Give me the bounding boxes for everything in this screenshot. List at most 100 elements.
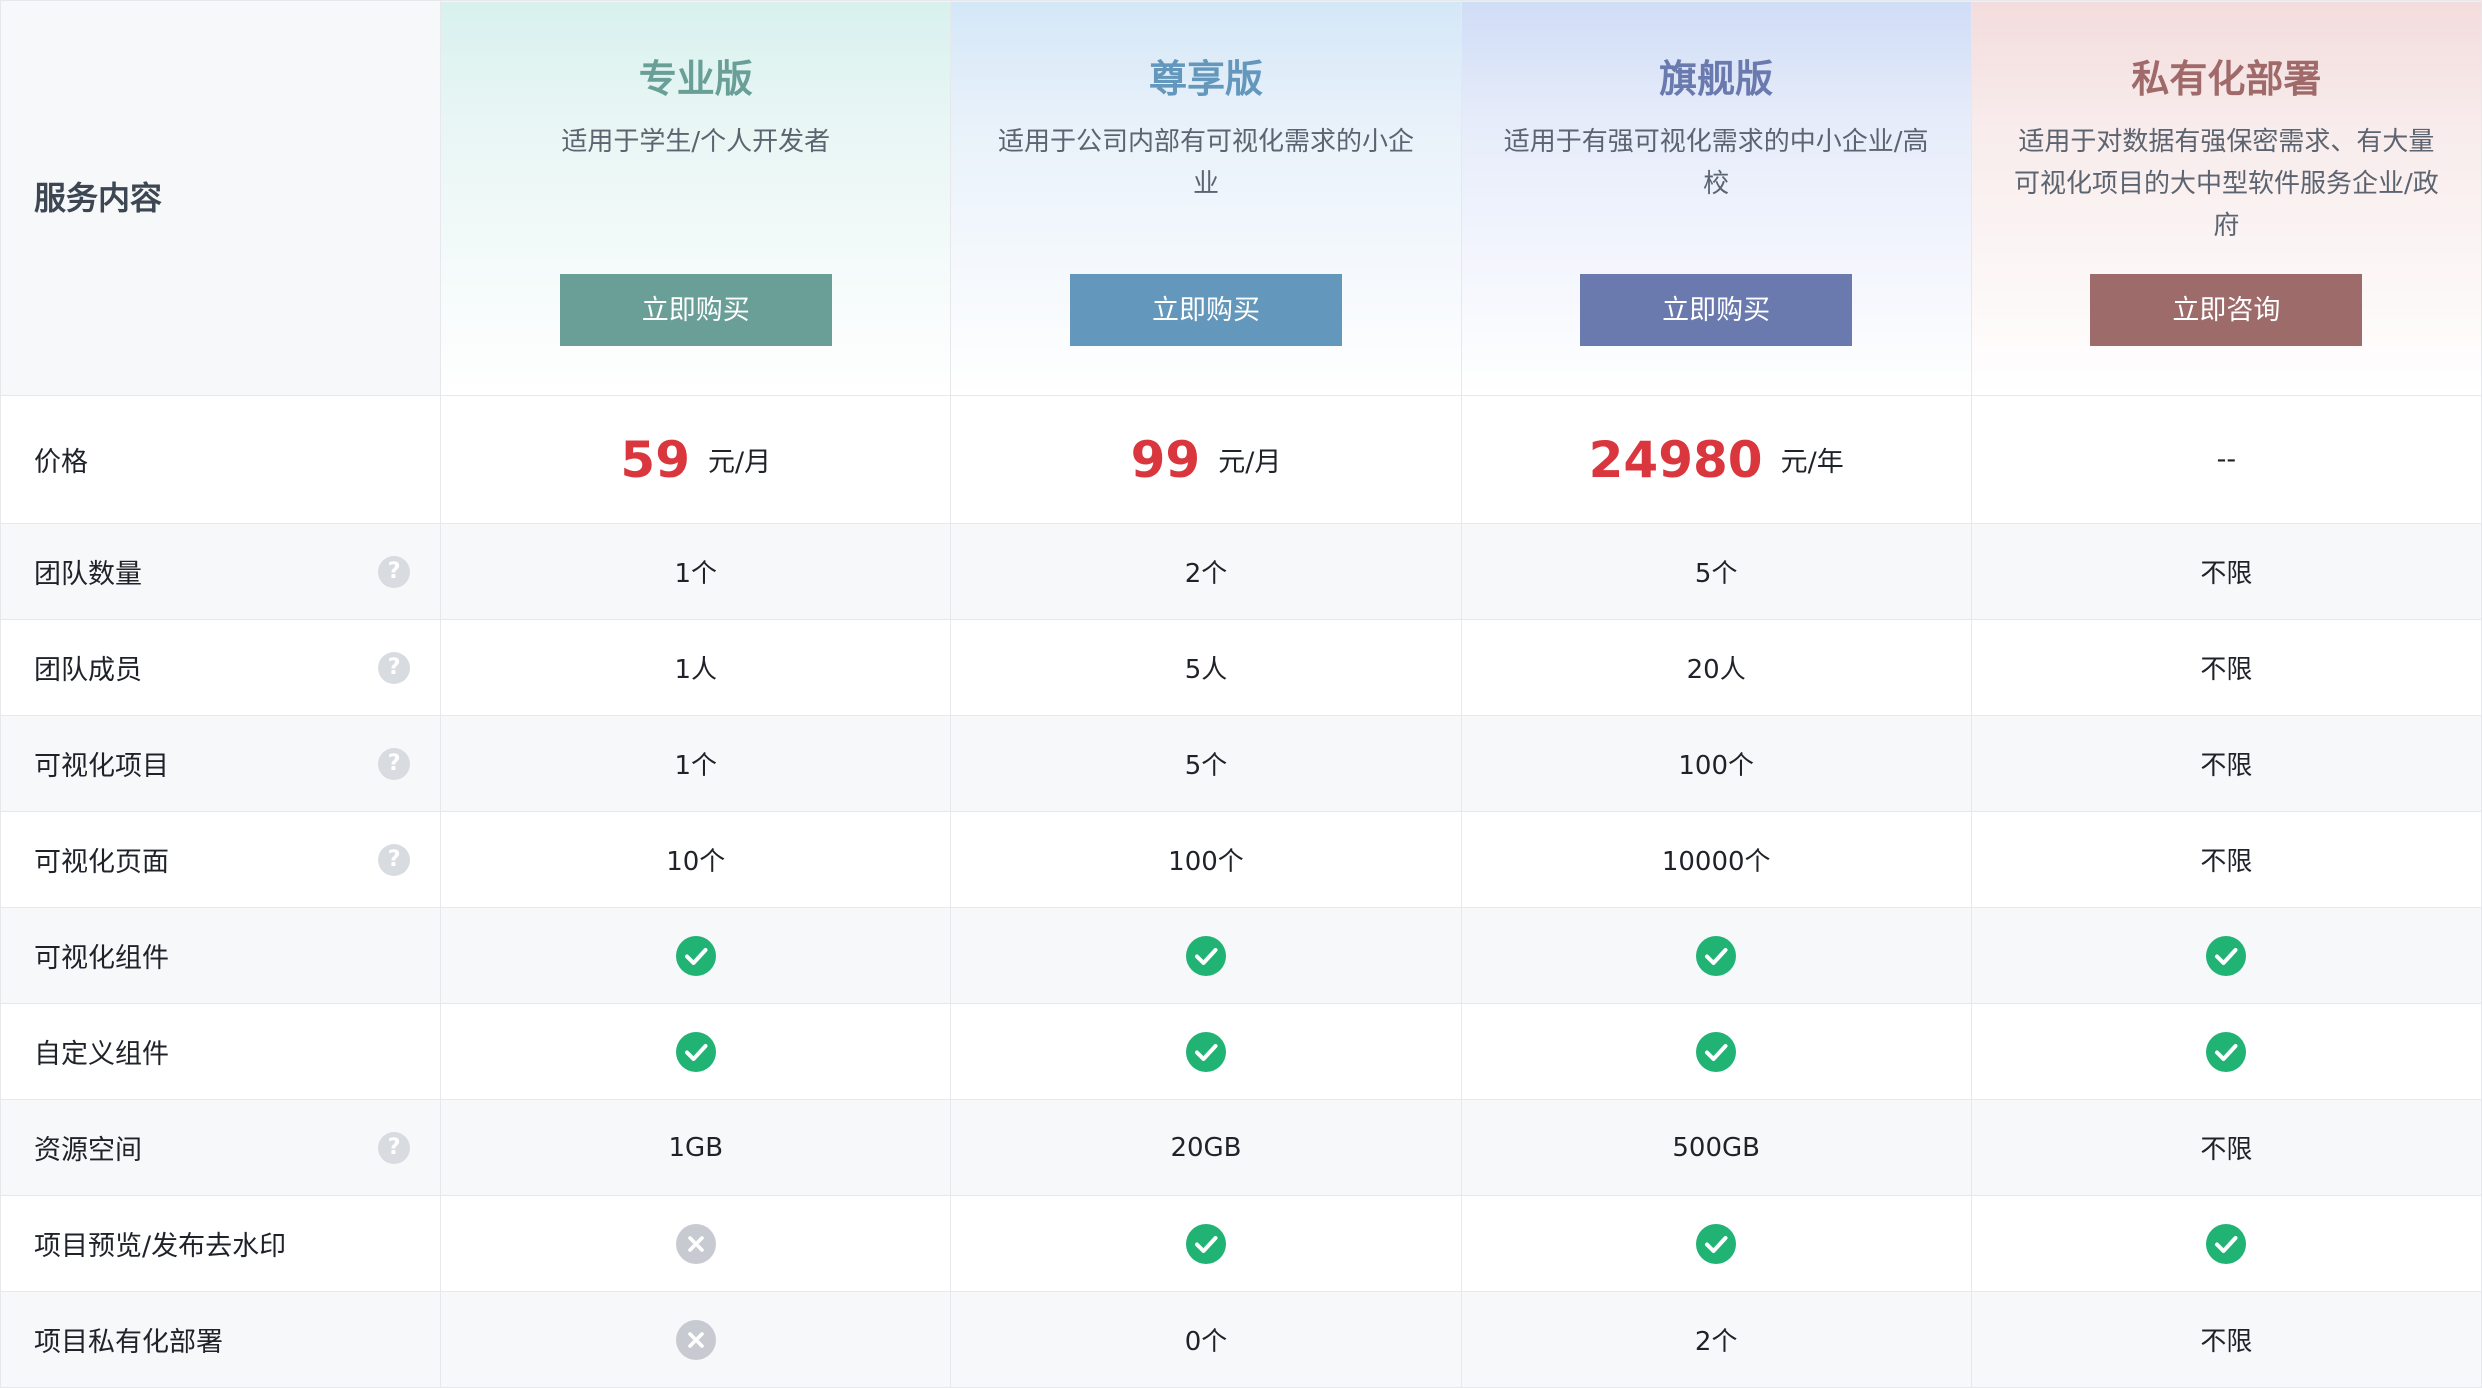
- feature-label-cell: 可视化组件: [0, 907, 442, 1004]
- question-icon[interactable]: ?: [378, 1131, 411, 1164]
- feature-value-cell: 不限: [1970, 811, 2482, 908]
- feature-value-cell: 20GB: [950, 1099, 1462, 1196]
- feature-value: 1个: [674, 559, 718, 589]
- buy-vip-button[interactable]: 立即购买: [1069, 274, 1342, 346]
- feature-row: 项目预览/发布去水印: [0, 1195, 2482, 1292]
- feature-value-cell: 10个: [440, 811, 952, 908]
- consult-private-button[interactable]: 立即咨询: [2090, 274, 2363, 346]
- check-circle-icon: [1696, 1031, 1737, 1072]
- feature-value: 1GB: [668, 1132, 724, 1163]
- feature-label-cell: 可视化页面?: [0, 811, 442, 908]
- plan-name: 专业版: [638, 57, 753, 101]
- feature-row: 可视化项目? 1个 5个 100个 不限: [0, 715, 2482, 812]
- feature-value-cell: 5人: [950, 619, 1462, 716]
- feature-value-cell: 1个: [440, 715, 952, 812]
- question-icon[interactable]: ?: [378, 747, 411, 780]
- feature-label: 可视化项目: [34, 751, 169, 782]
- price-row: 价格 59 元/月 99 元/月 24980 元/年 --: [0, 395, 2482, 524]
- feature-value-cell: 1GB: [440, 1099, 952, 1196]
- price-unit: 元/年: [1780, 447, 1844, 478]
- feature-value-cell: 500GB: [1460, 1099, 1972, 1196]
- buy-pro-button[interactable]: 立即购买: [559, 274, 832, 346]
- pricing-table: 服务内容 专业版 适用于学生/个人开发者 立即购买 尊享版 适用于公司内部有可视…: [0, 0, 2482, 1388]
- feature-value-cell: [1460, 1003, 1972, 1100]
- feature-value-cell: 不限: [1970, 523, 2482, 620]
- feature-row: 可视化组件: [0, 907, 2482, 1004]
- feature-value-cell: 20人: [1460, 619, 1972, 716]
- feature-row: 团队成员? 1人 5人 20人 不限: [0, 619, 2482, 716]
- feature-label: 自定义组件: [34, 1039, 169, 1070]
- feature-value-cell: 不限: [1970, 1291, 2482, 1388]
- feature-row: 自定义组件: [0, 1003, 2482, 1100]
- check-circle-icon: [1696, 1223, 1737, 1264]
- plan-description: 适用于公司内部有可视化需求的小企业: [997, 127, 1414, 199]
- feature-value: 2个: [1694, 1327, 1738, 1357]
- feature-label-cell: 团队成员?: [0, 619, 442, 716]
- plan-flagship-header: 旗舰版 适用于有强可视化需求的中小企业/高校 立即购买: [1460, 0, 1972, 396]
- feature-value-cell: 100个: [950, 811, 1462, 908]
- check-circle-icon: [2206, 1223, 2247, 1264]
- price-unit: 元/月: [708, 447, 772, 478]
- check-circle-icon: [2206, 935, 2247, 976]
- plan-description: 适用于学生/个人开发者: [561, 127, 831, 157]
- feature-value: 10000个: [1661, 847, 1771, 877]
- feature-row: 可视化页面? 10个 100个 10000个 不限: [0, 811, 2482, 908]
- price-cell: 24980 元/年: [1460, 395, 1972, 524]
- feature-value-cell: 不限: [1970, 715, 2482, 812]
- price-unit: 元/月: [1218, 447, 1282, 478]
- feature-value-cell: 5个: [950, 715, 1462, 812]
- feature-value-cell: 不限: [1970, 1099, 2482, 1196]
- feature-value-cell: [440, 1291, 952, 1388]
- feature-value-cell: 0个: [950, 1291, 1462, 1388]
- check-circle-icon: [675, 935, 716, 976]
- price-unit: --: [2216, 444, 2237, 475]
- x-circle-icon: [675, 1319, 716, 1360]
- check-circle-icon: [2206, 1031, 2247, 1072]
- feature-value: 不限: [2200, 1327, 2253, 1357]
- question-icon[interactable]: ?: [378, 555, 411, 588]
- feature-value: 10个: [666, 847, 726, 877]
- feature-value-cell: [1460, 1195, 1972, 1292]
- buy-flagship-button[interactable]: 立即购买: [1580, 274, 1853, 346]
- check-circle-icon: [1696, 935, 1737, 976]
- feature-label: 项目预览/发布去水印: [34, 1231, 287, 1262]
- feature-value: 5人: [1184, 655, 1228, 685]
- x-circle-icon: [675, 1223, 716, 1264]
- feature-value: 1人: [674, 655, 718, 685]
- feature-value-cell: [1970, 907, 2482, 1004]
- feature-label: 团队成员: [34, 655, 142, 686]
- feature-value: 5个: [1694, 559, 1738, 589]
- feature-row: 资源空间? 1GB 20GB 500GB 不限: [0, 1099, 2482, 1196]
- feature-value: 不限: [2200, 655, 2253, 685]
- feature-value-cell: 100个: [1460, 715, 1972, 812]
- feature-label: 项目私有化部署: [34, 1327, 223, 1358]
- plan-pro-header: 专业版 适用于学生/个人开发者 立即购买: [440, 0, 952, 396]
- feature-value: 100个: [1168, 847, 1244, 877]
- plan-description: 适用于对数据有强保密需求、有大量可视化项目的大中型软件服务企业/政府: [2014, 127, 2439, 241]
- service-header-cell: 服务内容: [0, 0, 442, 396]
- feature-value: 不限: [2200, 1135, 2253, 1165]
- feature-label-cell: 资源空间?: [0, 1099, 442, 1196]
- plan-private-header: 私有化部署 适用于对数据有强保密需求、有大量可视化项目的大中型软件服务企业/政府…: [1970, 0, 2482, 396]
- check-circle-icon: [1185, 1223, 1226, 1264]
- feature-value-cell: [440, 1003, 952, 1100]
- question-icon[interactable]: ?: [378, 651, 411, 684]
- feature-value: 2个: [1184, 559, 1228, 589]
- plan-name: 私有化部署: [2131, 57, 2322, 101]
- feature-value-cell: [950, 1195, 1462, 1292]
- price-cell: 99 元/月: [950, 395, 1462, 524]
- feature-value: 不限: [2200, 751, 2253, 781]
- feature-value-cell: [1970, 1003, 2482, 1100]
- feature-label-cell: 项目私有化部署: [0, 1291, 442, 1388]
- plan-description: 适用于有强可视化需求的中小企业/高校: [1503, 127, 1929, 199]
- feature-value: 20GB: [1170, 1132, 1242, 1163]
- plan-name: 旗舰版: [1659, 57, 1774, 101]
- feature-value-cell: 不限: [1970, 619, 2482, 716]
- feature-row: 团队数量? 1个 2个 5个 不限: [0, 523, 2482, 620]
- feature-value: 5个: [1184, 751, 1228, 781]
- feature-value: 100个: [1678, 751, 1754, 781]
- feature-value: 0个: [1184, 1327, 1228, 1357]
- feature-value: 1个: [674, 751, 718, 781]
- question-icon[interactable]: ?: [378, 843, 411, 876]
- price-number: 59: [620, 430, 691, 489]
